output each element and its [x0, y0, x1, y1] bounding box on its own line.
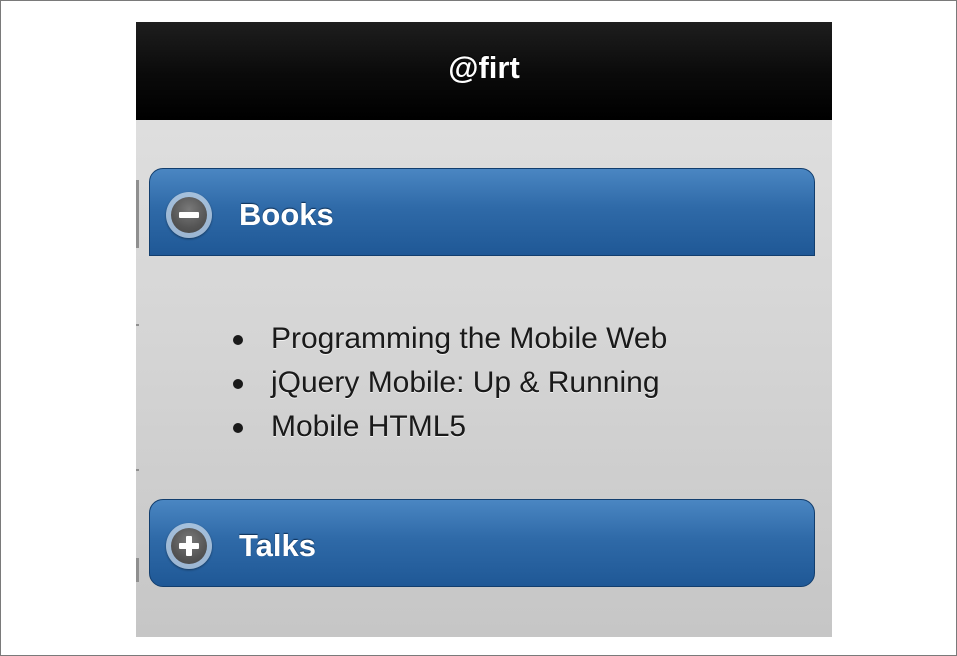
left-edge-divider [136, 558, 139, 582]
bullet-icon [233, 335, 243, 345]
talks-collapsible-header[interactable]: Talks [149, 499, 815, 587]
book-title: Programming the Mobile Web [271, 322, 668, 355]
talks-header-label: Talks [239, 528, 316, 563]
page-title: @firt [448, 50, 520, 85]
minus-circle-icon-body [171, 197, 207, 233]
left-edge-divider [136, 324, 139, 326]
books-collapsible-content: Programming the Mobile Web jQuery Mobile… [149, 256, 815, 486]
minus-glyph [179, 212, 199, 218]
plus-circle-icon [166, 523, 212, 569]
plus-glyph-vertical [186, 536, 192, 556]
books-collapsible-header[interactable]: Books [149, 168, 815, 256]
book-title: jQuery Mobile: Up & Running [271, 366, 660, 399]
bullet-icon [233, 379, 243, 389]
bullet-icon [233, 423, 243, 433]
mobile-screen: @firt Books Programming the Mobile Web j… [136, 22, 832, 637]
books-header-label: Books [239, 197, 334, 232]
header-bar: @firt [136, 22, 832, 120]
left-edge-divider [136, 180, 139, 248]
figure-frame: @firt Books Programming the Mobile Web j… [0, 0, 957, 656]
left-edge-divider [136, 469, 139, 471]
minus-circle-icon [166, 192, 212, 238]
plus-circle-icon-body [171, 528, 207, 564]
book-title: Mobile HTML5 [271, 410, 467, 443]
